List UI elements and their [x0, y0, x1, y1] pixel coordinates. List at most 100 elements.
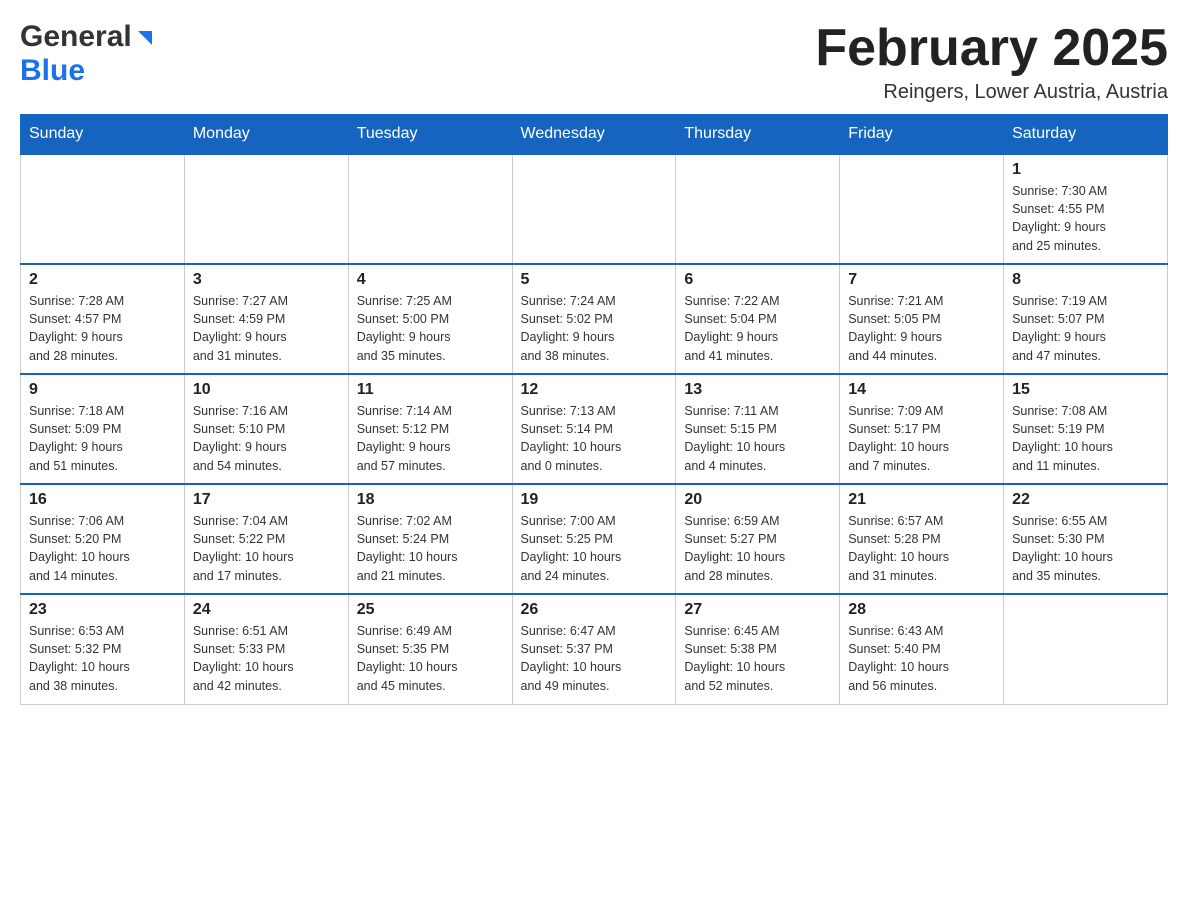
calendar-header-friday: Friday [840, 115, 1004, 155]
logo-blue-text: Blue [20, 54, 85, 87]
calendar-cell: 28Sunrise: 6:43 AMSunset: 5:40 PMDayligh… [840, 594, 1004, 704]
calendar-cell: 2 Sunrise: 7:28 AMSunset: 4:57 PMDaylight… [21, 264, 185, 374]
calendar-cell [840, 154, 1004, 264]
calendar-cell: 21Sunrise: 6:57 AMSunset: 5:28 PMDayligh… [840, 484, 1004, 594]
day-info: Sunrise: 7:22 AMSunset: 5:04 PMDaylight:… [684, 292, 831, 365]
calendar-cell: 25 Sunrise: 6:49 AMSunset: 5:35 PMDayligh… [348, 594, 512, 704]
day-number: 3 [193, 271, 340, 289]
day-info: Sunrise: 6:49 AMSunset: 5:35 PMDaylight:… [357, 622, 504, 695]
calendar-header-wednesday: Wednesday [512, 115, 676, 155]
day-info: Sunrise: 7:28 AMSunset: 4:57 PMDaylight:… [29, 292, 176, 365]
calendar-cell [676, 154, 840, 264]
logo-general-text: General [20, 20, 132, 54]
calendar-header-saturday: Saturday [1004, 115, 1168, 155]
day-number: 15 [1012, 381, 1159, 399]
calendar-cell: 24 Sunrise: 6:51 AMSunset: 5:33 PMDayligh… [184, 594, 348, 704]
day-info: Sunrise: 6:51 AMSunset: 5:33 PMDaylight:… [193, 622, 340, 695]
calendar-week-row: 2 Sunrise: 7:28 AMSunset: 4:57 PMDaylight… [21, 264, 1168, 374]
day-number: 14 [848, 381, 995, 399]
calendar-cell: 9 Sunrise: 7:18 AMSunset: 5:09 PMDaylight… [21, 374, 185, 484]
calendar-header-monday: Monday [184, 115, 348, 155]
page-header: General Blue February 2025 Reingers, Low… [20, 20, 1168, 104]
calendar-cell [512, 154, 676, 264]
day-info: Sunrise: 7:19 AMSunset: 5:07 PMDaylight:… [1012, 292, 1159, 365]
day-info: Sunrise: 7:24 AMSunset: 5:02 PMDaylight:… [521, 292, 668, 365]
day-info: Sunrise: 6:53 AMSunset: 5:32 PMDaylight:… [29, 622, 176, 695]
day-info: Sunrise: 7:04 AMSunset: 5:22 PMDaylight:… [193, 512, 340, 585]
calendar-cell: 17Sunrise: 7:04 AMSunset: 5:22 PMDayligh… [184, 484, 348, 594]
calendar-cell: 7 Sunrise: 7:21 AMSunset: 5:05 PMDaylight… [840, 264, 1004, 374]
day-number: 13 [684, 381, 831, 399]
day-number: 6 [684, 271, 831, 289]
calendar-cell: 26 Sunrise: 6:47 AMSunset: 5:37 PMDayligh… [512, 594, 676, 704]
day-number: 26 [521, 601, 668, 619]
calendar-cell: 15 Sunrise: 7:08 AMSunset: 5:19 PMDayligh… [1004, 374, 1168, 484]
title-section: February 2025 Reingers, Lower Austria, A… [815, 20, 1168, 104]
calendar-cell: 8 Sunrise: 7:19 AMSunset: 5:07 PMDaylight… [1004, 264, 1168, 374]
calendar-cell: 16 Sunrise: 7:06 AMSunset: 5:20 PMDayligh… [21, 484, 185, 594]
day-info: Sunrise: 7:13 AMSunset: 5:14 PMDaylight:… [521, 402, 668, 475]
day-info: Sunrise: 7:02 AMSunset: 5:24 PMDaylight:… [357, 512, 504, 585]
day-info: Sunrise: 7:09 AMSunset: 5:17 PMDaylight:… [848, 402, 995, 475]
day-info: Sunrise: 7:11 AMSunset: 5:15 PMDaylight:… [684, 402, 831, 475]
day-number: 16 [29, 491, 176, 509]
day-info: Sunrise: 7:08 AMSunset: 5:19 PMDaylight:… [1012, 402, 1159, 475]
day-number: 27 [684, 601, 831, 619]
calendar-cell: 4 Sunrise: 7:25 AMSunset: 5:00 PMDaylight… [348, 264, 512, 374]
calendar-cell: 14 Sunrise: 7:09 AMSunset: 5:17 PMDayligh… [840, 374, 1004, 484]
day-number: 11 [357, 381, 504, 399]
day-number: 5 [521, 271, 668, 289]
day-info: Sunrise: 7:14 AMSunset: 5:12 PMDaylight:… [357, 402, 504, 475]
month-title: February 2025 [815, 20, 1168, 77]
day-info: Sunrise: 6:59 AMSunset: 5:27 PMDaylight:… [684, 512, 831, 585]
day-info: Sunrise: 6:57 AMSunset: 5:28 PMDaylight:… [848, 512, 995, 585]
calendar-cell: 1 Sunrise: 7:30 AMSunset: 4:55 PMDaylight… [1004, 154, 1168, 264]
day-number: 19 [521, 491, 668, 509]
calendar-header-tuesday: Tuesday [348, 115, 512, 155]
location-title: Reingers, Lower Austria, Austria [815, 81, 1168, 104]
calendar-week-row: 9 Sunrise: 7:18 AMSunset: 5:09 PMDaylight… [21, 374, 1168, 484]
calendar-cell [348, 154, 512, 264]
calendar-cell: 5 Sunrise: 7:24 AMSunset: 5:02 PMDaylight… [512, 264, 676, 374]
day-info: Sunrise: 7:25 AMSunset: 5:00 PMDaylight:… [357, 292, 504, 365]
calendar-cell: 11 Sunrise: 7:14 AMSunset: 5:12 PMDayligh… [348, 374, 512, 484]
day-number: 25 [357, 601, 504, 619]
day-info: Sunrise: 7:06 AMSunset: 5:20 PMDaylight:… [29, 512, 176, 585]
day-number: 23 [29, 601, 176, 619]
day-info: Sunrise: 7:27 AMSunset: 4:59 PMDaylight:… [193, 292, 340, 365]
calendar-header-sunday: Sunday [21, 115, 185, 155]
calendar-cell: 23 Sunrise: 6:53 AMSunset: 5:32 PMDayligh… [21, 594, 185, 704]
calendar-cell: 18 Sunrise: 7:02 AMSunset: 5:24 PMDayligh… [348, 484, 512, 594]
day-info: Sunrise: 7:30 AMSunset: 4:55 PMDaylight:… [1012, 182, 1159, 255]
calendar-cell: 6 Sunrise: 7:22 AMSunset: 5:04 PMDaylight… [676, 264, 840, 374]
calendar-cell [184, 154, 348, 264]
day-number: 7 [848, 271, 995, 289]
day-info: Sunrise: 6:43 AMSunset: 5:40 PMDaylight:… [848, 622, 995, 695]
day-number: 12 [521, 381, 668, 399]
day-info: Sunrise: 7:00 AMSunset: 5:25 PMDaylight:… [521, 512, 668, 585]
day-info: Sunrise: 7:18 AMSunset: 5:09 PMDaylight:… [29, 402, 176, 475]
day-info: Sunrise: 6:45 AMSunset: 5:38 PMDaylight:… [684, 622, 831, 695]
calendar-cell: 27 Sunrise: 6:45 AMSunset: 5:38 PMDayligh… [676, 594, 840, 704]
day-number: 9 [29, 381, 176, 399]
calendar-cell [21, 154, 185, 264]
day-number: 18 [357, 491, 504, 509]
day-number: 2 [29, 271, 176, 289]
calendar-cell [1004, 594, 1168, 704]
logo-triangle-icon [134, 27, 156, 49]
calendar-table: SundayMondayTuesdayWednesdayThursdayFrid… [20, 114, 1168, 705]
calendar-header-thursday: Thursday [676, 115, 840, 155]
day-number: 24 [193, 601, 340, 619]
day-number: 20 [684, 491, 831, 509]
day-number: 10 [193, 381, 340, 399]
day-number: 4 [357, 271, 504, 289]
day-info: Sunrise: 7:16 AMSunset: 5:10 PMDaylight:… [193, 402, 340, 475]
day-number: 22 [1012, 491, 1159, 509]
logo: General Blue [20, 20, 156, 88]
day-info: Sunrise: 7:21 AMSunset: 5:05 PMDaylight:… [848, 292, 995, 365]
day-info: Sunrise: 6:47 AMSunset: 5:37 PMDaylight:… [521, 622, 668, 695]
day-number: 8 [1012, 271, 1159, 289]
calendar-cell: 13 Sunrise: 7:11 AMSunset: 5:15 PMDayligh… [676, 374, 840, 484]
day-number: 1 [1012, 161, 1159, 179]
calendar-cell: 19 Sunrise: 7:00 AMSunset: 5:25 PMDayligh… [512, 484, 676, 594]
